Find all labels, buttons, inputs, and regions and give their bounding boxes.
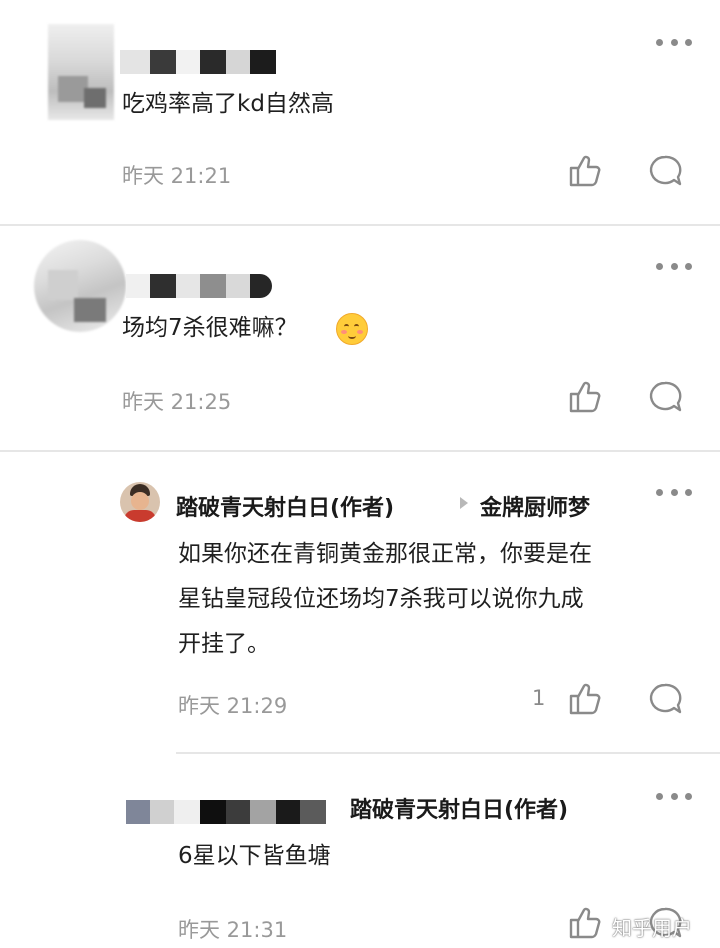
watermark-text: 知乎用户 — [612, 916, 692, 940]
thumbs-up-icon[interactable] — [568, 906, 602, 940]
smiling-face-with-hands-icon — [336, 313, 368, 345]
separator — [176, 752, 720, 754]
reply-time: 昨天 21:29 — [178, 694, 288, 718]
reply-time: 昨天 21:31 — [178, 918, 288, 942]
comment-time: 昨天 21:25 — [122, 390, 232, 414]
more-options-icon[interactable] — [656, 790, 692, 802]
reply-arrow-icon — [460, 497, 468, 509]
reply-bubble-icon[interactable] — [648, 380, 682, 414]
more-options-icon[interactable] — [656, 36, 692, 48]
like-count: 1 — [532, 686, 546, 710]
reply-text-line: 星钻皇冠段位还场均7杀我可以说你九成 — [178, 586, 584, 612]
thumbs-up-icon[interactable] — [568, 380, 602, 414]
separator — [0, 450, 720, 452]
avatar[interactable] — [34, 240, 126, 332]
reply-bubble-icon[interactable] — [648, 154, 682, 188]
comment-text: 场均7杀很难嘛？ — [122, 306, 298, 351]
thumbs-up-icon[interactable] — [568, 682, 602, 716]
comment-text-label: 场均7杀很难嘛？ — [122, 315, 298, 341]
reply-text-line: 如果你还在青铜黄金那很正常，你要是在 — [178, 541, 592, 567]
more-options-icon[interactable] — [656, 486, 692, 498]
author-name[interactable]: 踏破青天射白日(作者) — [176, 490, 394, 522]
author-avatar[interactable] — [120, 482, 160, 522]
avatar[interactable] — [48, 24, 114, 120]
reply-text: 如果你还在青铜黄金那很正常，你要是在 星钻皇冠段位还场均7杀我可以说你九成 开挂… — [178, 532, 592, 667]
comment-text: 吃鸡率高了kd自然高 — [122, 91, 334, 117]
reply-bubble-icon[interactable] — [648, 682, 682, 716]
reply-text: 6星以下皆鱼塘 — [178, 843, 331, 869]
thumbs-up-icon[interactable] — [568, 154, 602, 188]
reply-text-line: 开挂了。 — [178, 631, 270, 657]
reply-to-name[interactable]: 金牌厨师梦 — [480, 490, 590, 522]
reply-to-name[interactable]: 踏破青天射白日(作者) — [350, 792, 568, 824]
more-options-icon[interactable] — [656, 260, 692, 272]
comment-time: 昨天 21:21 — [122, 164, 232, 188]
separator — [0, 224, 720, 226]
